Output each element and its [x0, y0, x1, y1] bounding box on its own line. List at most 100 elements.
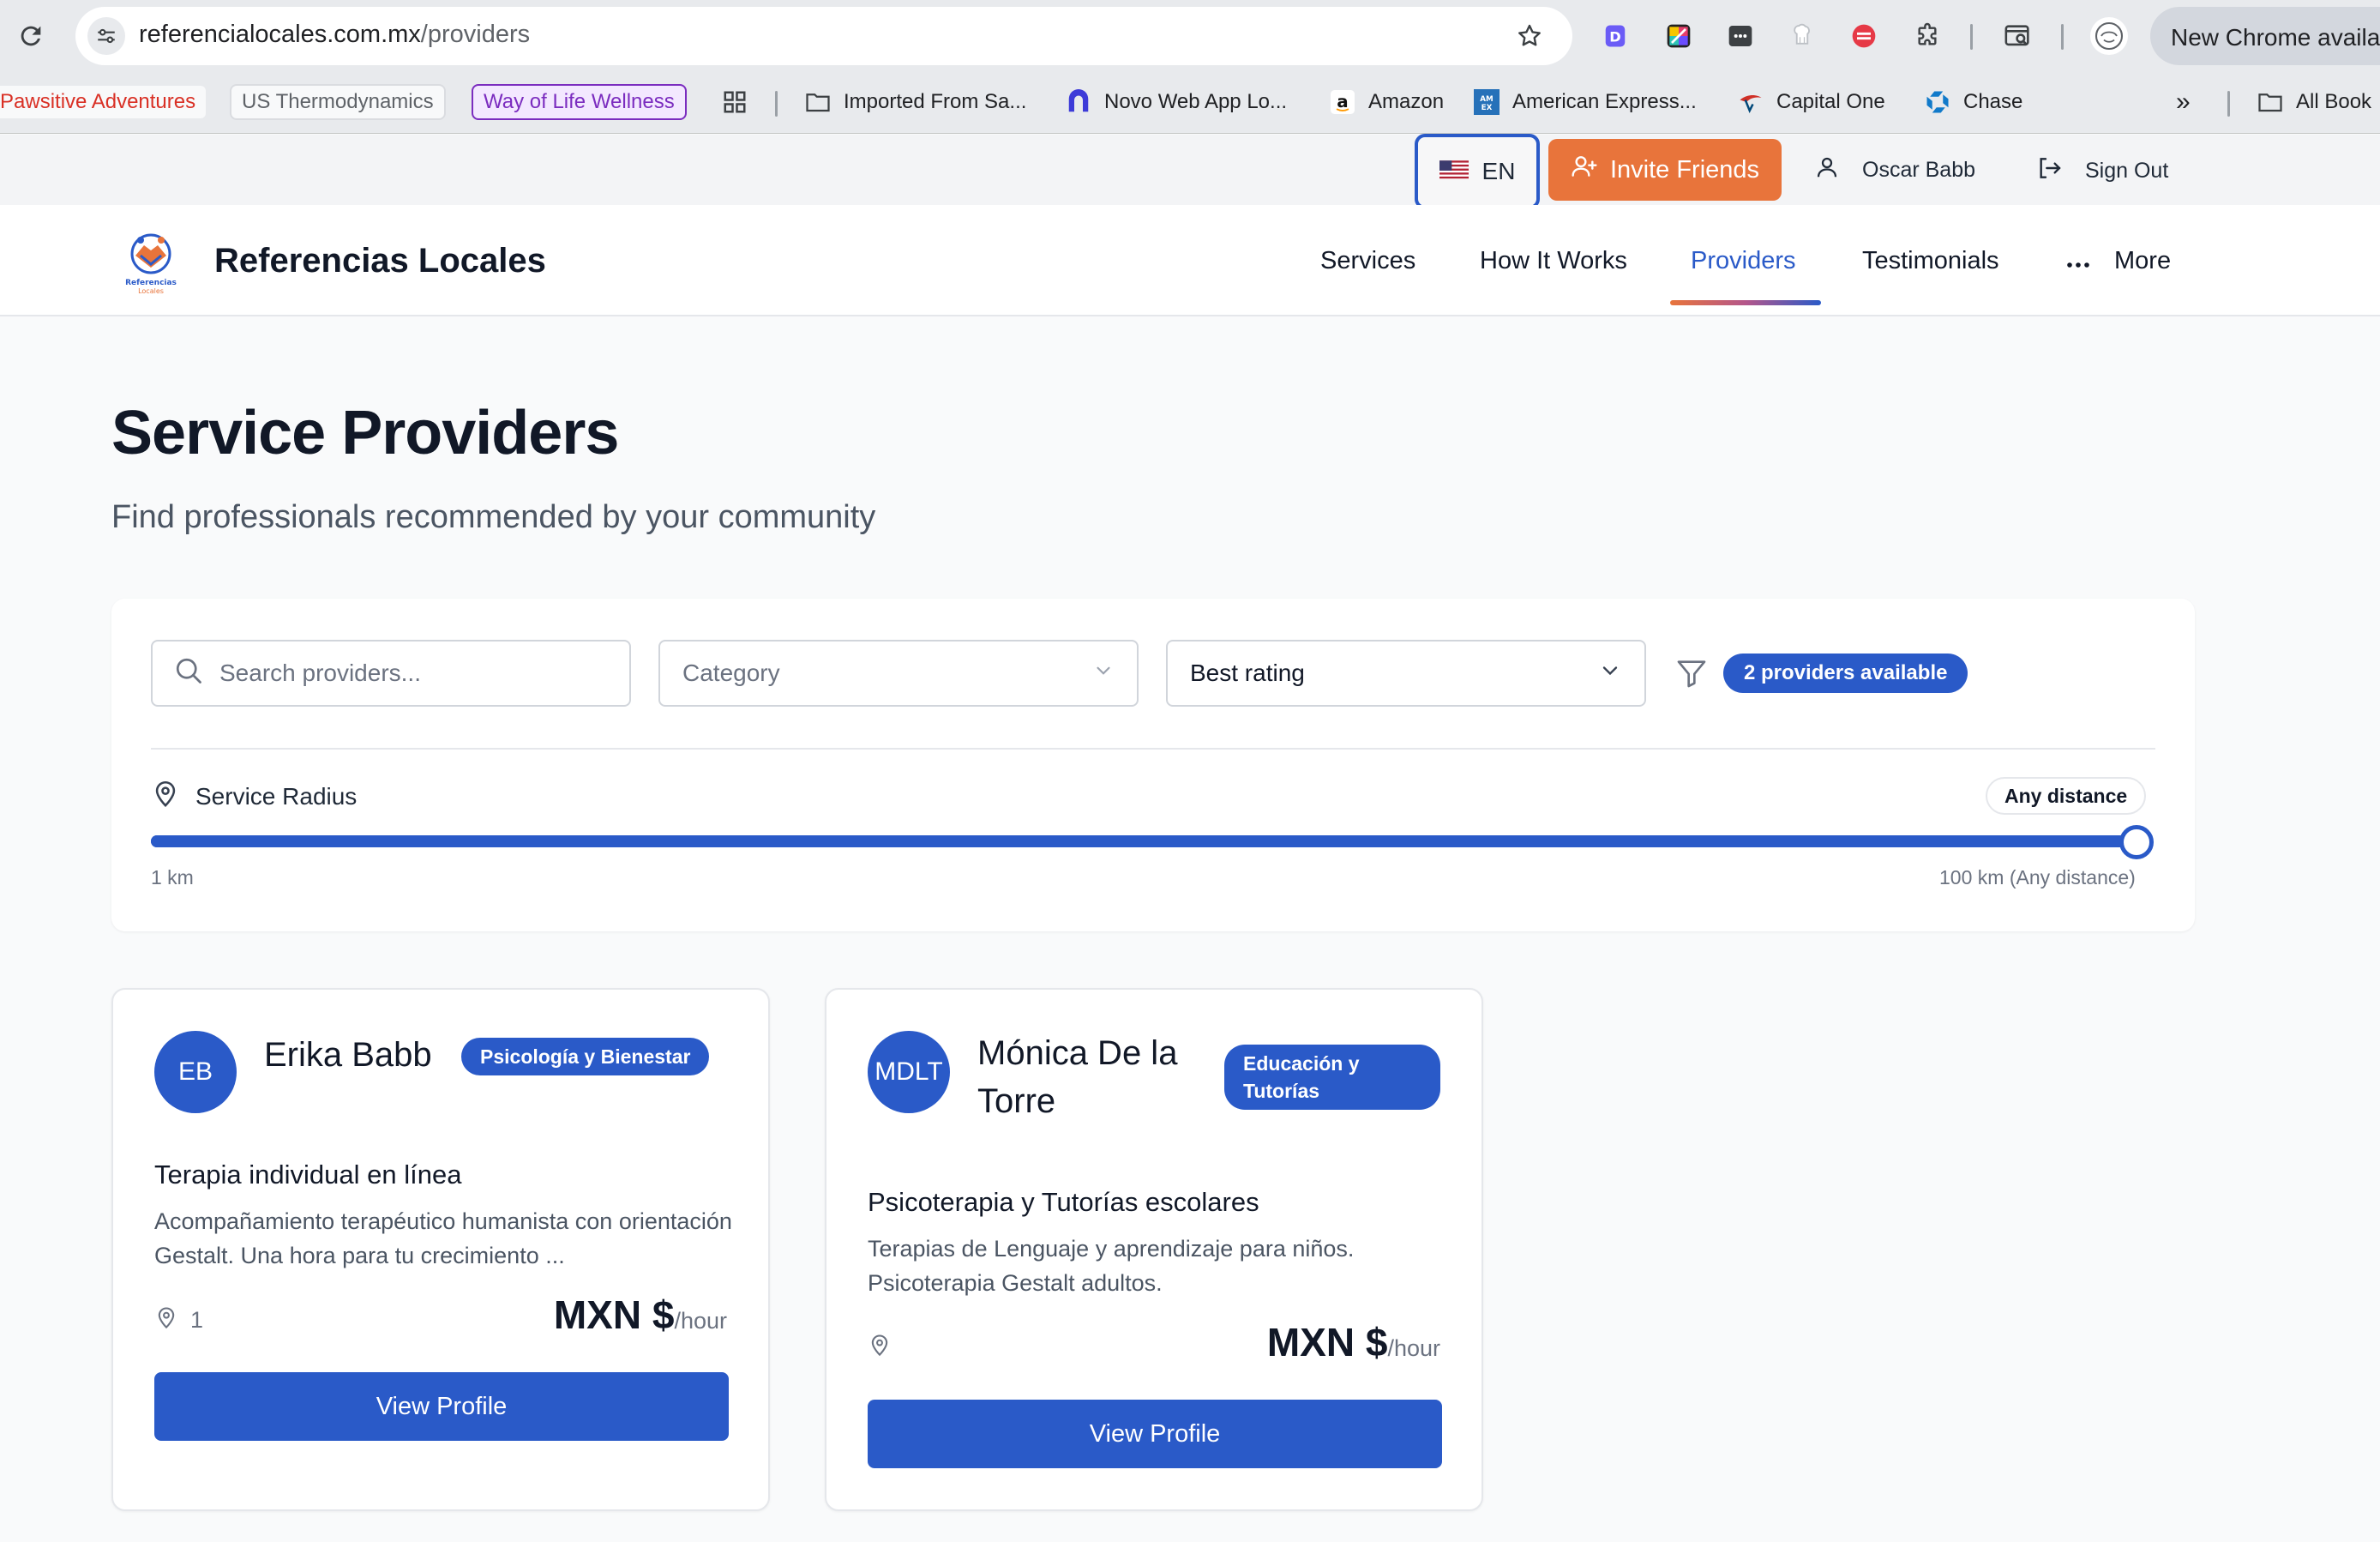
novo-logo-icon	[1065, 88, 1092, 116]
bookmark-imported-folder[interactable]: Imported From Sa...	[804, 84, 1026, 120]
user-menu[interactable]: Oscar Babb	[1814, 154, 1975, 186]
bookmark-amex[interactable]: AM EX American Express...	[1473, 84, 1697, 120]
category-badge: Educación y Tutorías	[1224, 1045, 1440, 1110]
price: MXN $/hour	[1267, 1319, 1440, 1365]
filter-divider	[151, 748, 2155, 750]
toolbar-separator	[1970, 24, 1973, 50]
provider-avatar: MDLT	[868, 1031, 950, 1113]
invite-friends-button[interactable]: Invite Friends	[1548, 139, 1782, 201]
extension-red-circle-icon[interactable]	[1845, 17, 1883, 55]
price: MXN $/hour	[554, 1292, 727, 1338]
bookmark-amazon[interactable]: a Amazon	[1329, 84, 1444, 120]
bookmark-way-of-life[interactable]: Way of Life Wellness	[472, 84, 687, 120]
extensions-puzzle-icon[interactable]	[1908, 17, 1946, 55]
bookmark-chase[interactable]: Chase	[1924, 84, 2022, 120]
bookmarks-bar: Pawsitive Adventures US Thermodynamics W…	[0, 72, 2380, 134]
provider-card: EB Erika Babb Psicología y Bienestar Ter…	[111, 988, 770, 1511]
bookmark-all-bookmarks[interactable]: All Book	[2257, 84, 2371, 120]
us-flag-icon	[1439, 158, 1469, 185]
tab-search-icon[interactable]	[1999, 17, 2037, 55]
apps-grid-icon[interactable]	[722, 84, 748, 120]
bookmarks-overflow-button[interactable]: »	[2176, 84, 2191, 120]
view-profile-button[interactable]: View Profile	[868, 1400, 1442, 1468]
svg-text:a: a	[1337, 92, 1348, 111]
distance-badge: Any distance	[1986, 777, 2147, 815]
svg-text:AM: AM	[1480, 95, 1493, 104]
map-pin-icon	[151, 779, 180, 814]
address-bar[interactable]: referencialocales.com.mx/providers	[75, 7, 1572, 65]
service-title: Psicoterapia y Tutorías escolares	[868, 1187, 1259, 1217]
page-subtitle: Find professionals recommended by your c…	[111, 499, 876, 535]
bookmark-star-icon[interactable]	[1512, 19, 1547, 53]
url-text: referencialocales.com.mx/providers	[139, 21, 531, 48]
provider-card: MDLT Mónica De la Torre Educación y Tuto…	[825, 988, 1483, 1511]
extension-dots-icon[interactable]	[1722, 17, 1759, 55]
sort-select[interactable]: Best rating	[1166, 640, 1646, 707]
bookmark-us-thermodynamics[interactable]: US Thermodynamics	[230, 84, 446, 120]
bookmark-separator	[775, 91, 778, 117]
price-unit: /hour	[674, 1308, 727, 1334]
nav-providers[interactable]: Providers	[1691, 247, 1796, 275]
bookmark-novo[interactable]: Novo Web App Lo...	[1065, 84, 1287, 120]
search-icon	[173, 655, 204, 692]
site-info-icon[interactable]	[87, 17, 125, 55]
slider-max-label: 100 km (Any distance)	[1939, 866, 2136, 888]
chevron-down-icon	[1092, 660, 1115, 688]
category-select[interactable]: Category	[658, 640, 1139, 707]
amazon-logo-icon: a	[1329, 88, 1356, 116]
utility-bar	[0, 135, 2380, 205]
brand-logo[interactable]: Referencias Locales	[120, 230, 182, 295]
more-dots-icon	[2066, 247, 2090, 275]
price-amount: MXN $	[553, 1292, 675, 1337]
location-info	[868, 1333, 904, 1363]
service-description: Acompañamiento terapéutico humanista con…	[154, 1208, 732, 1268]
extension-chef-icon[interactable]	[1783, 17, 1821, 55]
page-title: Service Providers	[111, 399, 619, 467]
location-info: 1	[154, 1305, 203, 1335]
bookmark-pawsitive[interactable]: Pawsitive Adventures	[0, 84, 208, 120]
sort-value: Best rating	[1190, 660, 1305, 686]
filter-icon[interactable]	[1672, 654, 1711, 693]
user-name: Oscar Babb	[1862, 158, 1976, 182]
svg-text:D: D	[1609, 28, 1621, 45]
reload-icon[interactable]	[12, 17, 50, 55]
sign-out-label: Sign Out	[2085, 159, 2169, 183]
chase-logo-icon	[1924, 88, 1951, 116]
capital-one-logo-icon	[1737, 88, 1764, 116]
search-input[interactable]: Search providers...	[151, 640, 631, 707]
extension-d-icon[interactable]: D	[1596, 17, 1634, 55]
invite-friends-label: Invite Friends	[1609, 155, 1760, 184]
price-amount: MXN $	[1266, 1320, 1388, 1364]
radius-slider-track[interactable]	[151, 835, 2140, 847]
language-label: EN	[1481, 158, 1516, 184]
chevron-down-icon	[1598, 659, 1622, 689]
service-radius-text: Service Radius	[195, 782, 358, 810]
profile-avatar-icon[interactable]	[2090, 17, 2128, 55]
nav-services[interactable]: Services	[1320, 247, 1415, 275]
nav-how-it-works[interactable]: How It Works	[1480, 247, 1627, 275]
nav-testimonials[interactable]: Testimonials	[1862, 247, 1999, 275]
view-profile-button[interactable]: View Profile	[154, 1372, 729, 1441]
service-title: Terapia individual en línea	[154, 1160, 462, 1190]
price-unit: /hour	[1387, 1335, 1440, 1361]
bookmark-separator	[2227, 91, 2230, 117]
bookmark-capital-one[interactable]: Capital One	[1737, 84, 1885, 120]
brand-name[interactable]: Referencias Locales	[214, 242, 546, 280]
nav-more[interactable]: More	[2066, 247, 2171, 275]
user-plus-icon	[1571, 153, 1598, 187]
sign-out-button[interactable]: Sign Out	[2035, 154, 2168, 188]
radius-slider-thumb[interactable]	[2119, 825, 2154, 859]
radius-slider-fill	[151, 835, 2140, 847]
browser-toolbar: referencialocales.com.mx/providers D New…	[0, 0, 2380, 72]
map-pin-icon	[154, 1305, 178, 1335]
slider-min-label: 1 km	[151, 866, 194, 888]
nav-more-label: More	[2114, 247, 2172, 274]
service-radius-label: Service Radius	[151, 779, 357, 814]
language-selector[interactable]: EN	[1415, 134, 1540, 209]
extension-color-picker-icon[interactable]	[1660, 17, 1698, 55]
provider-name: Erika Babb	[264, 1036, 432, 1074]
category-badge: Psicología y Bienestar	[461, 1038, 710, 1075]
amex-logo-icon: AM EX	[1473, 88, 1500, 116]
logo-wordmark-2: Locales	[138, 287, 164, 295]
chrome-update-button[interactable]: New Chrome availab	[2150, 7, 2380, 65]
